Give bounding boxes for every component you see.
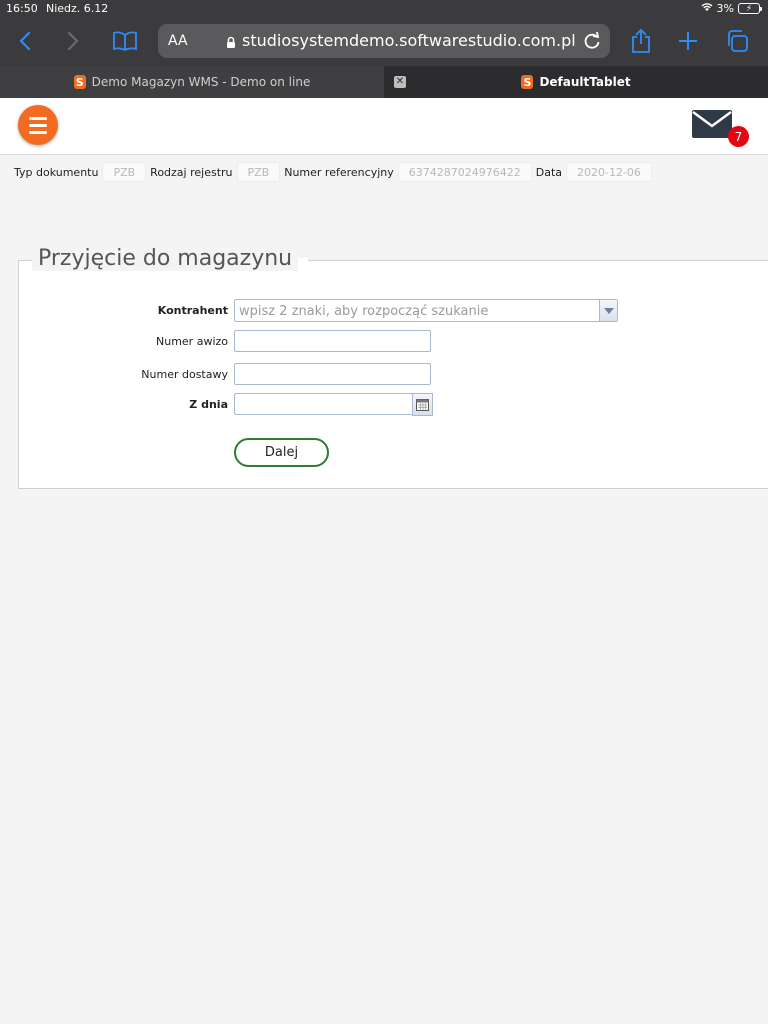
softwarestudio-logo-icon: S [521, 75, 534, 89]
tab-label: Demo Magazyn WMS - Demo on line [91, 75, 311, 89]
calendar-icon [416, 399, 429, 411]
browser-toolbar: AA studiosystemdemo.softwarestudio.com.p… [0, 18, 768, 66]
menu-icon-bar [29, 130, 47, 134]
lock-icon [226, 34, 236, 53]
status-date: Niedz. 6.12 [46, 2, 109, 15]
reload-icon [584, 31, 600, 49]
chevron-left-icon [19, 31, 31, 51]
reference-number-label: Numer referencyjny [284, 165, 394, 179]
share-button[interactable] [626, 26, 656, 56]
form-title: Przyjęcie do magazynu [32, 246, 299, 271]
tab-label: DefaultTablet [539, 75, 631, 89]
tab-default-tablet[interactable]: ✕ S DefaultTablet [384, 66, 768, 98]
doc-type-label: Typ dokumentu [14, 165, 99, 179]
advice-number-label: Numer awizo [156, 335, 228, 348]
date-value: 2020-12-06 [566, 162, 652, 182]
share-icon [632, 28, 650, 53]
date-picker-button[interactable] [412, 393, 433, 416]
battery-icon: ⚡ [738, 3, 762, 14]
unread-badge: 7 [728, 126, 749, 147]
new-tab-button[interactable] [673, 26, 703, 56]
chevron-right-icon [67, 31, 79, 51]
contractor-label: Kontrahent [157, 304, 228, 317]
contractor-combobox[interactable]: wpisz 2 znaki, aby rozpocząć szukanie [234, 299, 618, 322]
url-text: studiosystemdemo.softwarestudio.com.pl [242, 31, 576, 50]
reference-number-value: 6374287024976422 [397, 162, 532, 182]
contractor-placeholder: wpisz 2 znaki, aby rozpocząć szukanie [239, 304, 489, 319]
softwarestudio-logo-icon: S [73, 75, 86, 89]
tabs-icon [728, 30, 748, 52]
status-bar: 16:50 Niedz. 6.12 3% ⚡ [0, 0, 768, 18]
delivery-number-label: Numer dostawy [141, 368, 228, 381]
bookmarks-button[interactable] [110, 26, 140, 56]
document-info-row: Typ dokumentu PZB Rodzaj rejestru PZB Nu… [14, 162, 656, 182]
caret-down-icon [603, 307, 614, 314]
from-date-input[interactable] [234, 393, 413, 415]
back-button[interactable] [10, 26, 40, 56]
menu-button[interactable] [18, 105, 58, 145]
app-header [0, 98, 768, 155]
date-label: Data [535, 165, 562, 179]
forward-button[interactable] [58, 26, 88, 56]
plus-icon [679, 32, 697, 50]
register-type-value: PZB [236, 162, 281, 182]
doc-type-value: PZB [102, 162, 147, 182]
delivery-number-input[interactable] [234, 363, 431, 385]
envelope-icon [692, 110, 732, 138]
messages-button[interactable] [692, 110, 732, 138]
next-button[interactable]: Dalej [234, 438, 329, 467]
battery-percent: 3% [716, 2, 734, 15]
menu-icon-bar [29, 123, 47, 127]
contractor-dropdown-button[interactable] [599, 300, 617, 321]
text-size-button[interactable]: AA [168, 33, 188, 49]
close-tab-icon[interactable]: ✕ [394, 76, 406, 88]
advice-number-input[interactable] [234, 330, 431, 352]
book-icon [113, 31, 137, 51]
status-right: 3% ⚡ [701, 2, 762, 15]
tabs-overview-button[interactable] [722, 26, 752, 56]
tab-strip: S Demo Magazyn WMS - Demo on line ✕ S De… [0, 66, 768, 98]
reload-button[interactable] [580, 29, 604, 57]
register-type-label: Rodzaj rejestru [150, 165, 233, 179]
tab-demo-magazyn[interactable]: S Demo Magazyn WMS - Demo on line [0, 66, 384, 98]
wifi-icon [701, 2, 713, 15]
from-date-label: Z dnia [189, 398, 228, 411]
address-bar[interactable]: AA studiosystemdemo.softwarestudio.com.p… [158, 24, 610, 58]
status-time: 16:50 [6, 2, 38, 15]
menu-icon-bar [29, 116, 47, 120]
